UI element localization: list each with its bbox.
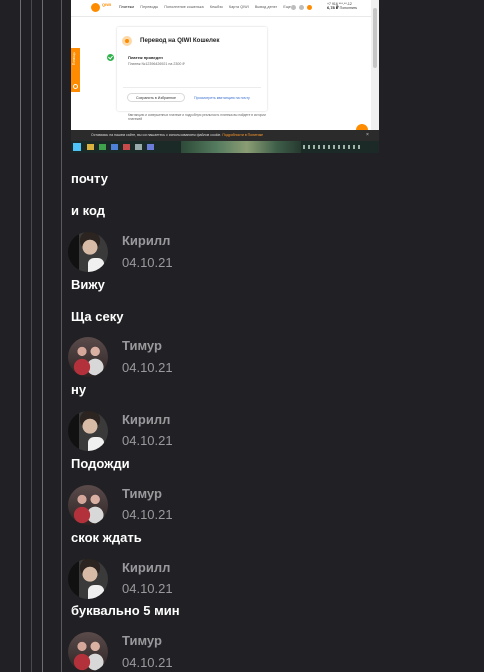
message-text: Вижу bbox=[71, 277, 105, 292]
avatar[interactable] bbox=[68, 485, 108, 525]
card-divider bbox=[123, 87, 261, 88]
qiwi-menu-item: Пополнение кошелька bbox=[164, 5, 204, 9]
check-icon bbox=[107, 54, 114, 61]
save-favorite-button: Сохранить в Избранное bbox=[127, 93, 185, 102]
browser-icon bbox=[123, 144, 130, 150]
vertical-divider bbox=[42, 0, 43, 672]
message-text: буквально 5 мин bbox=[71, 603, 180, 618]
discord-icon bbox=[147, 144, 154, 150]
vertical-divider bbox=[20, 0, 21, 672]
taskbar-wallpaper bbox=[181, 141, 301, 153]
qiwi-menu-item: Кешбэк bbox=[209, 5, 223, 9]
qiwi-menu-item: Переводы bbox=[140, 5, 159, 9]
qiwi-logo-text: QIWI bbox=[102, 2, 112, 7]
chat-page: QIWI Платежи Переводы Пополнение кошельк… bbox=[0, 0, 484, 672]
avatar[interactable] bbox=[68, 632, 108, 672]
message-author[interactable]: Тимур bbox=[122, 633, 162, 648]
avatar[interactable] bbox=[68, 232, 108, 272]
message-date: 04.10.21 bbox=[122, 581, 173, 596]
qiwi-menu-item: Карта QIWI bbox=[229, 5, 249, 9]
avatar[interactable] bbox=[68, 559, 108, 599]
vertical-divider bbox=[61, 0, 62, 672]
qiwi-menu-item: Еще bbox=[283, 5, 292, 9]
avatar[interactable] bbox=[68, 337, 108, 377]
avatar[interactable] bbox=[68, 411, 108, 451]
message-date: 04.10.21 bbox=[122, 433, 173, 448]
help-tab-icon bbox=[73, 84, 78, 89]
qiwi-balance-amount: 6,78 ₽ bbox=[327, 5, 339, 10]
screenshot-attachment[interactable]: QIWI Платежи Переводы Пополнение кошельк… bbox=[71, 0, 379, 153]
profile-icon bbox=[307, 5, 312, 10]
folder-icon bbox=[87, 144, 94, 150]
qiwi-menu-item: Платежи bbox=[119, 5, 135, 9]
message-date: 04.10.21 bbox=[122, 255, 173, 270]
card-note: Квитанцию и совершенных платеже и подроб… bbox=[128, 113, 266, 121]
message-text: почту bbox=[71, 171, 108, 186]
chat-icon bbox=[299, 5, 304, 10]
windows-taskbar bbox=[71, 141, 379, 153]
system-tray bbox=[303, 145, 363, 149]
message-author[interactable]: Кирилл bbox=[122, 412, 170, 427]
windows-start-icon bbox=[73, 143, 81, 151]
app-icon bbox=[135, 144, 142, 150]
cookie-message: Оставаясь на нашем сайте, вы соглашаетес… bbox=[91, 133, 222, 137]
receipt-link: Просмотреть квитанцию на почту bbox=[194, 96, 250, 100]
app-icon bbox=[99, 144, 106, 150]
qiwi-menu-item: Вывод денег bbox=[254, 5, 278, 9]
qiwi-help-tab: Помощь bbox=[71, 48, 80, 92]
cookie-banner: Оставаясь на нашем сайте, вы соглашаетес… bbox=[71, 130, 379, 141]
message-author[interactable]: Тимур bbox=[122, 486, 162, 501]
scroll-thumb bbox=[373, 8, 377, 68]
message-date: 04.10.21 bbox=[122, 655, 173, 670]
qiwi-card-logo-icon bbox=[122, 36, 132, 46]
message-author[interactable]: Кирилл bbox=[122, 560, 170, 575]
qiwi-menu: Платежи Переводы Пополнение кошелька Кеш… bbox=[119, 5, 296, 9]
close-icon: × bbox=[366, 132, 369, 138]
help-icon bbox=[291, 5, 296, 10]
app-icon bbox=[111, 144, 118, 150]
message-text: ну bbox=[71, 382, 87, 397]
qiwi-balance: +7 916 ***-**-12 6,78 ₽ Пополнить bbox=[327, 2, 357, 10]
qiwi-scrollbar bbox=[371, 0, 379, 130]
cookie-text: Оставаясь на нашем сайте, вы соглашаетес… bbox=[91, 133, 263, 137]
qiwi-help-tab-label: Помощь bbox=[72, 52, 76, 66]
message-text: скок ждать bbox=[71, 530, 142, 545]
message-date: 04.10.21 bbox=[122, 507, 173, 522]
message-text: Ща секу bbox=[71, 309, 124, 324]
qiwi-header: QIWI Платежи Переводы Пополнение кошельк… bbox=[71, 0, 371, 17]
message-text: и код bbox=[71, 203, 105, 218]
message-date: 04.10.21 bbox=[122, 360, 173, 375]
qiwi-transfer-card: Перевод на QIWI Кошелек Платеж проведен … bbox=[107, 27, 267, 121]
qiwi-logo-icon bbox=[91, 3, 100, 12]
payment-status: Платеж проведен bbox=[128, 55, 163, 60]
message-author[interactable]: Кирилл bbox=[122, 233, 170, 248]
cookie-link: Подробности в Политике bbox=[222, 133, 264, 137]
card-title: Перевод на QIWI Кошелек bbox=[140, 37, 220, 44]
qiwi-topup-link: Пополнить bbox=[339, 6, 358, 10]
payment-detail: Платеж №12396426921 на 2300 ₽ bbox=[128, 62, 185, 66]
message-author[interactable]: Тимур bbox=[122, 338, 162, 353]
vertical-divider bbox=[31, 0, 32, 672]
qiwi-header-icons bbox=[291, 4, 321, 12]
message-text: Подожди bbox=[71, 456, 130, 471]
